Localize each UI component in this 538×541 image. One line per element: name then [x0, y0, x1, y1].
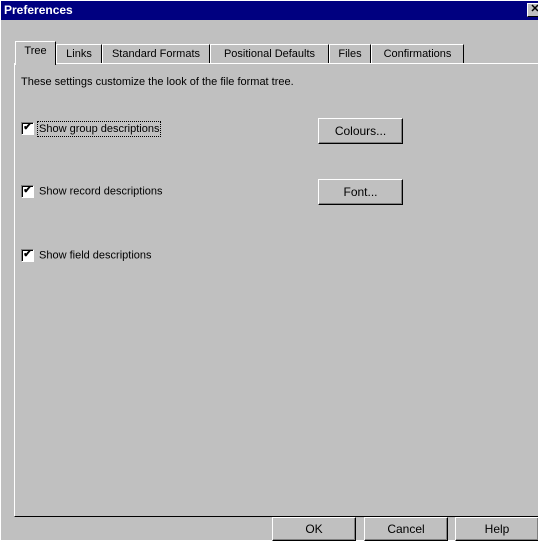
tab-files[interactable]: Files [329, 44, 371, 64]
show-group-descriptions-label[interactable]: Show group descriptions [36, 120, 162, 137]
tab-files-label: Files [338, 48, 362, 60]
tab-positional-defaults[interactable]: Positional Defaults [210, 44, 329, 64]
show-record-descriptions-label[interactable]: Show record descriptions [39, 186, 163, 198]
close-icon: ✕ [530, 3, 538, 15]
ok-button[interactable]: OK [272, 517, 356, 541]
tab-standard-formats[interactable]: Standard Formats [102, 44, 210, 64]
tab-tree[interactable]: Tree [15, 41, 56, 65]
tab-tree-label: Tree [24, 45, 47, 57]
preferences-dialog: Preferences ✕ Tree Links Standard Format… [0, 0, 538, 541]
colours-button[interactable]: Colours... [318, 118, 403, 144]
close-button[interactable]: ✕ [527, 3, 538, 17]
show-field-descriptions-label[interactable]: Show field descriptions [39, 250, 152, 262]
help-button[interactable]: Help [455, 517, 538, 541]
tab-links-label: Links [66, 48, 92, 60]
tab-standard-formats-label: Standard Formats [111, 48, 201, 60]
show-record-descriptions-checkbox[interactable]: ✔ [21, 185, 34, 198]
tab-confirmations-label: Confirmations [383, 48, 452, 60]
title-bar[interactable]: Preferences ✕ [1, 1, 538, 20]
cancel-button[interactable]: Cancel [364, 517, 448, 541]
tab-links[interactable]: Links [56, 44, 102, 64]
show-group-descriptions-checkbox[interactable]: ✔ [21, 122, 34, 135]
tab-strip: Tree Links Standard Formats Positional D… [15, 41, 485, 65]
show-field-descriptions-checkbox[interactable]: ✔ [21, 249, 34, 262]
tab-positional-defaults-label: Positional Defaults [223, 48, 316, 60]
show-field-descriptions-option[interactable]: ✔ Show field descriptions [21, 249, 152, 262]
panel-description: These settings customize the look of the… [21, 76, 294, 88]
window-title: Preferences [4, 3, 73, 17]
show-group-descriptions-option[interactable]: ✔ Show group descriptions [21, 120, 162, 137]
show-record-descriptions-option[interactable]: ✔ Show record descriptions [21, 185, 163, 198]
tab-confirmations[interactable]: Confirmations [371, 44, 464, 64]
font-button[interactable]: Font... [318, 179, 403, 205]
